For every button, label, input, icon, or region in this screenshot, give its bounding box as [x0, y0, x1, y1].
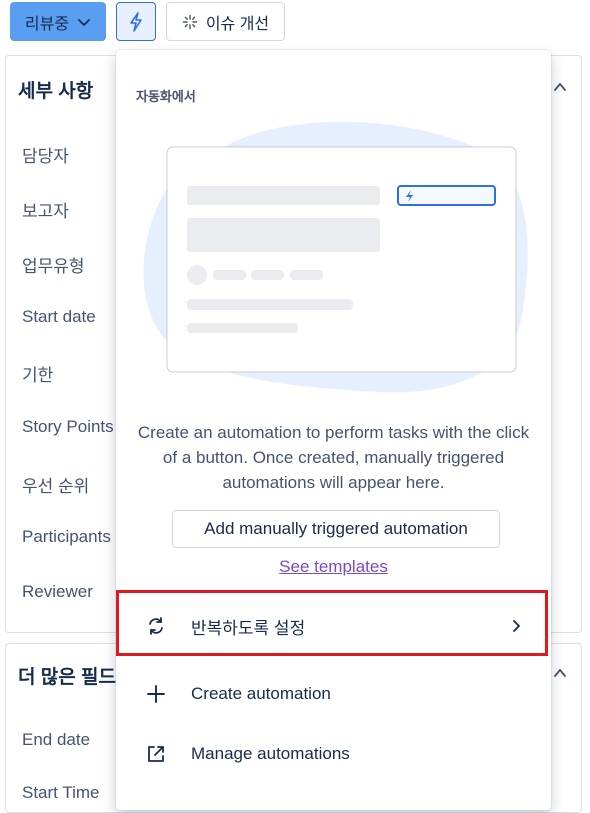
add-manual-automation-button[interactable]: Add manually triggered automation [172, 510, 500, 548]
field-label-work-type: 업무유형 [22, 257, 85, 276]
details-panel-title[interactable]: 세부 사항 [18, 76, 93, 103]
empty-state-description: Create an automation to perform tasks wi… [137, 423, 530, 492]
more-fields-panel-title[interactable]: 더 많은 필드 [18, 662, 116, 689]
status-dropdown-button[interactable]: 리뷰중 [10, 2, 106, 41]
field-label-end-date: End date [22, 730, 91, 749]
sparkle-icon [182, 14, 198, 29]
menu-item-manage-automations-label: Manage automations [191, 744, 350, 763]
field-label-story-points: Story Points [22, 417, 114, 436]
menu-item-manage-automations[interactable]: Manage automations [116, 724, 551, 784]
plus-icon [147, 685, 165, 703]
automation-popup: 자동화에서 Create an automation to perform ta… [116, 50, 551, 810]
see-templates-link[interactable]: See templates [116, 557, 551, 577]
chevron-down-icon [78, 18, 90, 26]
field-label-participants: Participants [22, 527, 111, 546]
chevron-up-icon[interactable] [553, 666, 567, 680]
field-label-reporter: 보고자 [22, 202, 69, 221]
automation-button[interactable] [116, 2, 156, 41]
field-label-due-date: 기한 [22, 366, 54, 385]
improve-issue-button[interactable]: 이슈 개선 [166, 2, 285, 41]
field-label-start-time: Start Time [22, 783, 100, 802]
status-label: 리뷰중 [24, 15, 70, 33]
field-label-assignee: 담당자 [22, 147, 69, 166]
empty-state-illustration [143, 121, 528, 393]
field-label-priority: 우선 순위 [22, 477, 90, 496]
menu-item-repeat[interactable]: 반복하도록 설정 [116, 596, 551, 656]
lightning-icon [130, 11, 142, 32]
field-label-reviewer: Reviewer [22, 582, 93, 601]
field-label-start-date: Start date [22, 307, 96, 326]
chevron-up-icon[interactable] [553, 80, 567, 94]
menu-item-repeat-label: 반복하도록 설정 [191, 618, 306, 638]
repeat-icon [149, 617, 163, 635]
menu-item-create-automation-label: Create automation [191, 684, 331, 703]
external-link-icon [148, 746, 164, 762]
chevron-right-icon [513, 620, 520, 632]
menu-item-create-automation[interactable]: Create automation [116, 664, 551, 724]
improve-issue-label: 이슈 개선 [205, 15, 270, 33]
